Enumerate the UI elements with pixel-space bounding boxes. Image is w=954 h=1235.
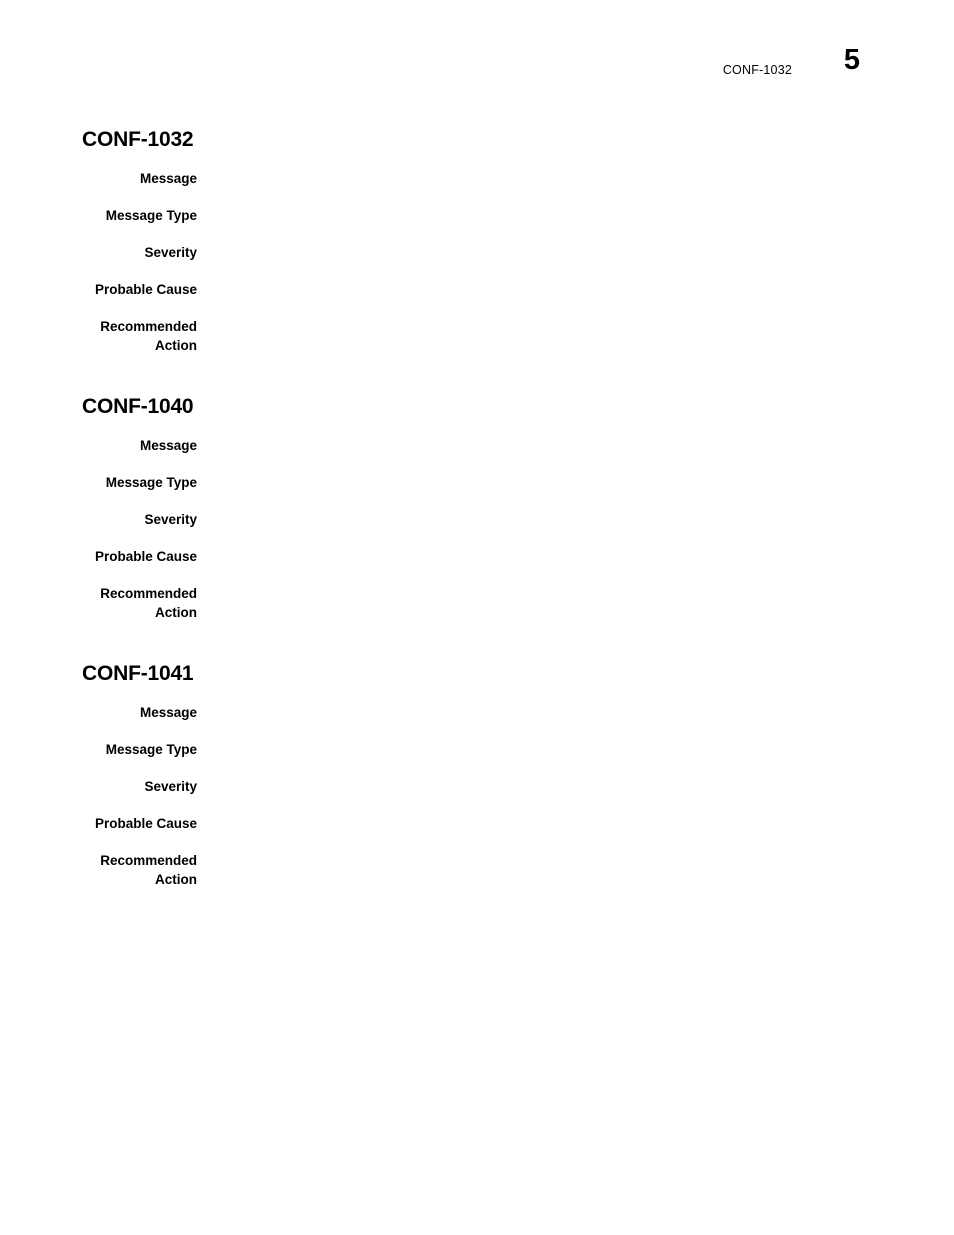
message-field-row: Recommended Action [82, 317, 882, 373]
page-number: 5 [843, 44, 860, 76]
field-value [197, 703, 882, 740]
field-value [197, 740, 882, 777]
field-label: Probable Cause [94, 282, 197, 298]
field-value [197, 510, 882, 547]
message-field-row: Message [82, 436, 882, 473]
field-value [197, 243, 882, 280]
message-field-row: Message [82, 169, 882, 206]
field-value [197, 851, 882, 907]
message-field-row: Severity [82, 510, 882, 547]
message-field-row: Severity [82, 777, 882, 814]
message-field-row: Recommended Action [82, 584, 882, 640]
message-field-row: Probable Cause [82, 547, 882, 584]
field-value [197, 169, 882, 206]
field-label: Message Type [105, 742, 197, 758]
message-field-row: Message Type [82, 740, 882, 777]
field-label: Recommended Action [100, 853, 197, 888]
field-label: Message [139, 171, 197, 187]
message-field-row: Message [82, 703, 882, 740]
field-value [197, 280, 882, 317]
field-label: Probable Cause [94, 816, 197, 832]
field-label: Severity [144, 512, 197, 528]
message-section: CONF-1041 Message Message Type Severity Prob… [82, 662, 882, 907]
message-field-row: Severity [82, 243, 882, 280]
field-value [197, 436, 882, 473]
page-header: CONF-1032 5 [0, 46, 954, 104]
field-value [197, 814, 882, 851]
page-content: CONF-1032 Message Message Type Severity Prob… [82, 128, 882, 907]
document-page: CONF-1032 5 CONF-1032 Message Message Type… [0, 0, 954, 1235]
message-field-row: Message Type [82, 206, 882, 243]
section-heading: CONF-1032 [82, 128, 194, 151]
message-field-row: Probable Cause [82, 814, 882, 851]
field-label: Message [139, 438, 197, 454]
message-section: CONF-1040 Message Message Type Severity Prob… [82, 395, 882, 640]
message-section: CONF-1032 Message Message Type Severity Prob… [82, 128, 882, 373]
field-value [197, 317, 882, 373]
field-value [197, 206, 882, 243]
message-field-table: Message Message Type Severity Probable Caus… [82, 703, 882, 907]
field-value [197, 777, 882, 814]
section-heading: CONF-1041 [82, 662, 194, 686]
message-field-row: Recommended Action [82, 851, 882, 907]
field-value [197, 584, 882, 640]
field-label: Message [139, 705, 197, 721]
field-label: Recommended Action [100, 319, 197, 354]
message-field-table: Message Message Type Severity Probable Caus… [82, 436, 882, 640]
field-value [197, 547, 882, 584]
field-label: Severity [144, 779, 197, 795]
message-field-row: Probable Cause [82, 280, 882, 317]
field-label: Recommended Action [100, 586, 197, 621]
field-label: Severity [144, 245, 197, 261]
message-field-table: Message Message Type Severity Probable Caus… [82, 169, 882, 373]
section-heading: CONF-1040 [82, 395, 194, 419]
field-label: Probable Cause [94, 549, 197, 565]
field-label: Message Type [105, 475, 197, 491]
field-label: Message Type [105, 208, 197, 224]
message-field-row: Message Type [82, 473, 882, 510]
field-value [197, 473, 882, 510]
header-running-reference: CONF-1032 [722, 63, 792, 77]
